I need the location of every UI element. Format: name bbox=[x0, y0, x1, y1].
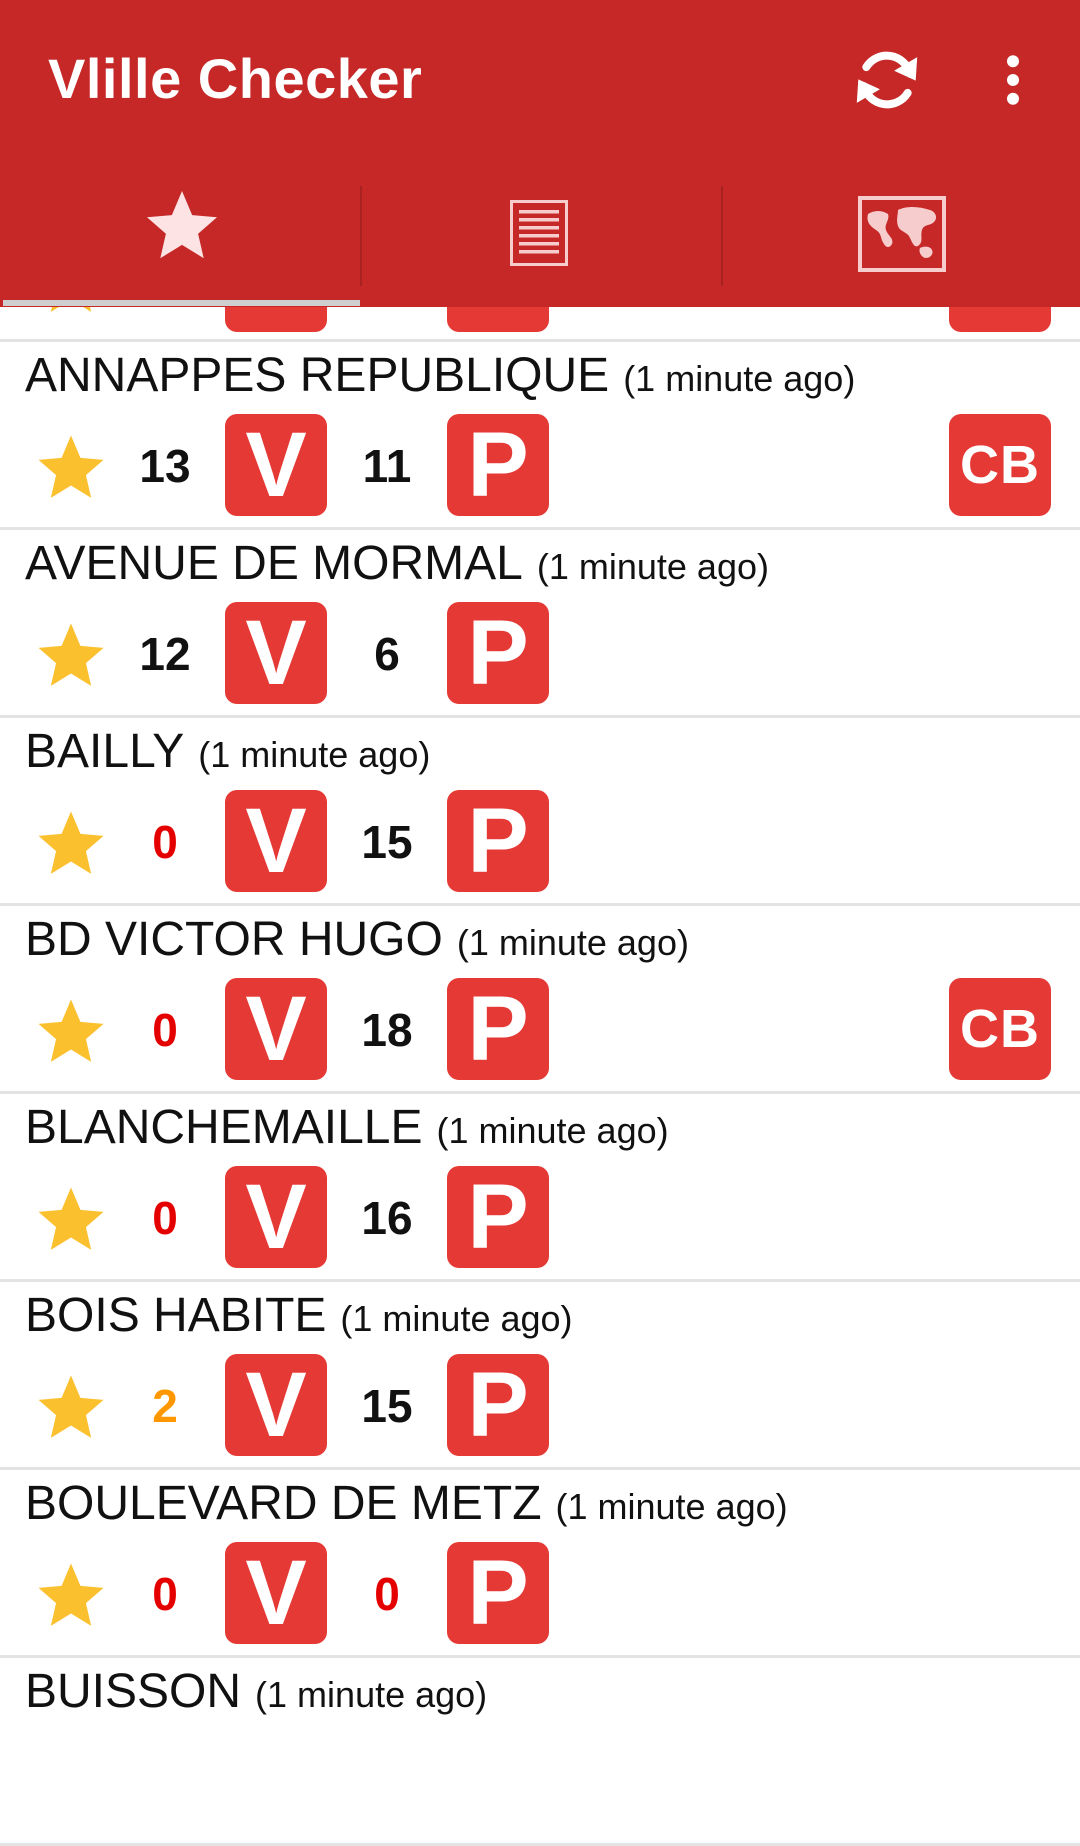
station-name: BAILLY bbox=[25, 725, 185, 778]
tab-bar bbox=[0, 170, 1080, 307]
station-item[interactable]: BLANCHEMAILLE (1 minute ago) 0 V 16 P bbox=[0, 1094, 1080, 1282]
places-badge: P bbox=[447, 790, 549, 892]
favorite-star-icon[interactable] bbox=[32, 1369, 110, 1447]
card-payment-badge: CB bbox=[949, 414, 1051, 516]
last-update: (1 minute ago) bbox=[623, 358, 856, 399]
star-icon bbox=[147, 191, 217, 259]
list-icon bbox=[510, 200, 568, 266]
favorite-star-icon[interactable] bbox=[32, 429, 110, 507]
last-update: (1 minute ago) bbox=[255, 1674, 488, 1715]
places-badge: P bbox=[447, 1542, 549, 1644]
station-name: BLANCHEMAILLE bbox=[25, 1101, 423, 1154]
tab-map[interactable] bbox=[720, 170, 1080, 307]
places-count: 6 bbox=[374, 628, 400, 680]
places-count: 0 bbox=[374, 1568, 400, 1620]
station-item[interactable]: BAILLY (1 minute ago) 0 V 15 P bbox=[0, 718, 1080, 906]
bikes-count: 13 bbox=[139, 440, 191, 492]
station-item[interactable]: BUISSON (1 minute ago) bbox=[0, 1658, 1080, 1846]
station-name: ANNAPPES REPUBLIQUE bbox=[25, 349, 610, 402]
places-badge: P bbox=[447, 1166, 549, 1268]
places-count: 16 bbox=[361, 1192, 413, 1244]
favorite-star-icon[interactable] bbox=[32, 805, 110, 883]
station-item[interactable]: ANNAPPES REPUBLIQUE (1 minute ago) 13 V 1… bbox=[0, 342, 1080, 530]
places-badge: P bbox=[447, 414, 549, 516]
tab-indicator bbox=[3, 300, 360, 306]
station-item[interactable]: BD VICTOR HUGO (1 minute ago) 0 V 18 P CB bbox=[0, 906, 1080, 1094]
app-bar: Vlille Checker bbox=[0, 0, 1080, 307]
last-update: (1 minute ago) bbox=[436, 1110, 669, 1151]
station-name: AVENUE DE MORMAL bbox=[25, 537, 523, 590]
bikes-badge: V bbox=[225, 1166, 327, 1268]
favorite-star-icon[interactable] bbox=[32, 1557, 110, 1635]
map-icon bbox=[858, 196, 946, 272]
places-count: 11 bbox=[362, 440, 412, 492]
places-count: 18 bbox=[361, 1004, 413, 1056]
station-item[interactable]: BOIS HABITE (1 minute ago) 2 V 15 P bbox=[0, 1282, 1080, 1470]
bikes-badge: V bbox=[225, 414, 327, 516]
bikes-badge: V bbox=[225, 978, 327, 1080]
favorite-star-icon[interactable] bbox=[32, 1181, 110, 1259]
favorite-star-icon[interactable] bbox=[32, 993, 110, 1071]
bikes-count: 12 bbox=[139, 628, 191, 680]
card-payment-badge: CB bbox=[949, 978, 1051, 1080]
station-name: BOULEVARD DE METZ bbox=[25, 1477, 542, 1530]
refresh-icon[interactable] bbox=[850, 40, 924, 120]
bikes-count: 2 bbox=[152, 1380, 178, 1432]
bikes-badge: V bbox=[225, 602, 327, 704]
tab-favorites[interactable] bbox=[0, 170, 360, 307]
station-list[interactable]: ANNAPPES REPUBLIQUE (1 minute ago) 13 V 1… bbox=[0, 265, 1080, 1846]
places-badge: P bbox=[447, 978, 549, 1080]
more-vert-icon[interactable] bbox=[990, 50, 1036, 110]
favorite-star-icon[interactable] bbox=[32, 617, 110, 695]
last-update: (1 minute ago) bbox=[456, 922, 689, 963]
bikes-count: 0 bbox=[152, 1192, 178, 1244]
station-item[interactable]: BOULEVARD DE METZ (1 minute ago) 0 V 0 P bbox=[0, 1470, 1080, 1658]
station-name: BUISSON bbox=[25, 1665, 242, 1718]
bikes-badge: V bbox=[225, 1354, 327, 1456]
last-update: (1 minute ago) bbox=[555, 1486, 788, 1527]
bikes-badge: V bbox=[225, 790, 327, 892]
bikes-badge: V bbox=[225, 1542, 327, 1644]
places-count: 15 bbox=[361, 816, 413, 868]
last-update: (1 minute ago) bbox=[198, 734, 431, 775]
station-name: BOIS HABITE bbox=[25, 1289, 327, 1342]
places-badge: P bbox=[447, 602, 549, 704]
places-badge: P bbox=[447, 1354, 549, 1456]
tab-list[interactable] bbox=[360, 170, 720, 307]
last-update: (1 minute ago) bbox=[340, 1298, 573, 1339]
station-item[interactable]: AVENUE DE MORMAL (1 minute ago) 12 V 6 P bbox=[0, 530, 1080, 718]
places-count: 15 bbox=[361, 1380, 413, 1432]
app-title: Vlille Checker bbox=[48, 47, 423, 110]
bikes-count: 0 bbox=[152, 816, 178, 868]
station-name: BD VICTOR HUGO bbox=[25, 913, 443, 966]
bikes-count: 0 bbox=[152, 1004, 178, 1056]
bikes-count: 0 bbox=[152, 1568, 178, 1620]
last-update: (1 minute ago) bbox=[536, 546, 769, 587]
